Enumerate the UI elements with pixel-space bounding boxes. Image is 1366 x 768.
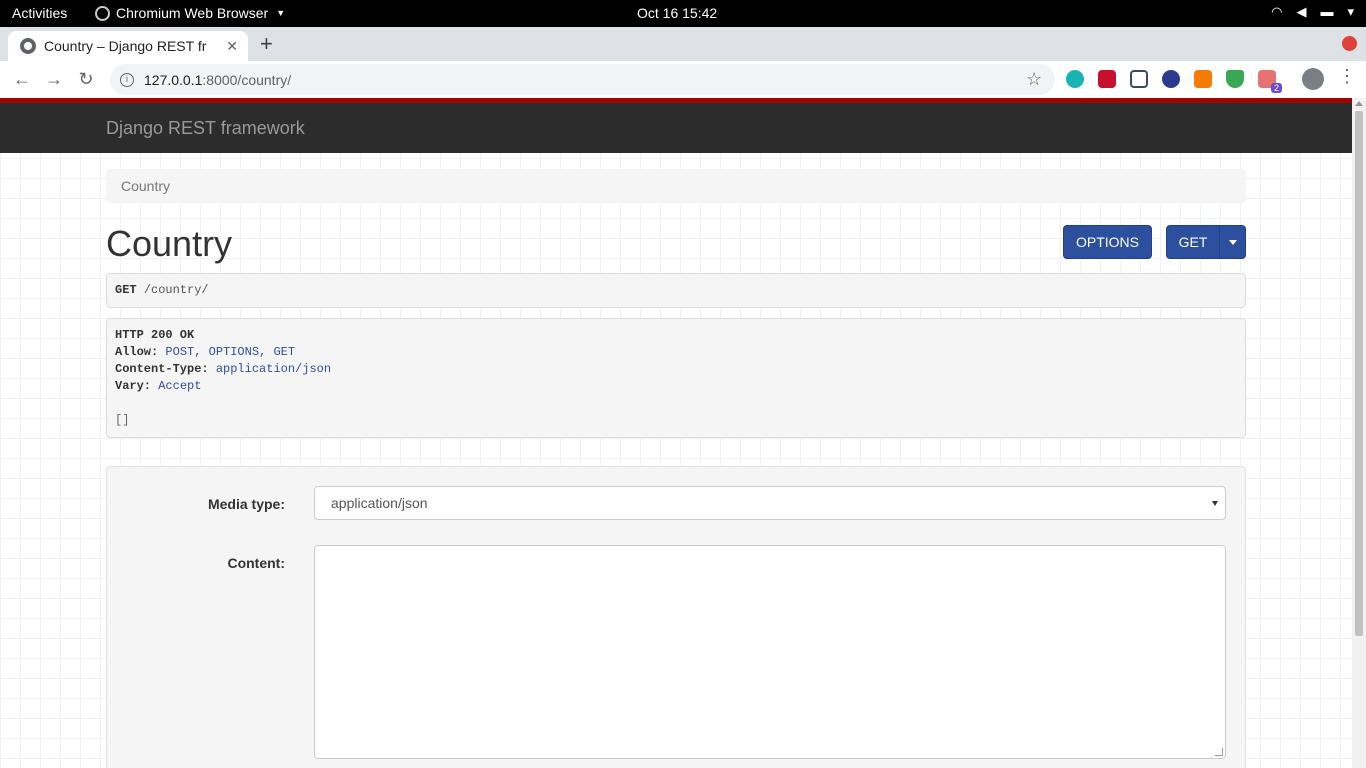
response-status: HTTP 200 OK: [115, 328, 195, 342]
app-name: Chromium Web Browser: [116, 5, 269, 21]
content-textarea[interactable]: [314, 545, 1226, 759]
extension-orange-icon[interactable]: [1194, 70, 1212, 88]
forward-icon[interactable]: →: [38, 69, 70, 90]
content-label: Content:: [227, 555, 285, 571]
chromium-icon: [95, 5, 110, 21]
wifi-icon: ◠: [1271, 4, 1283, 19]
extension-pdf-icon[interactable]: [1098, 70, 1116, 88]
system-tray[interactable]: ◠ ◀ ▬ ▾: [1271, 4, 1354, 20]
get-format-dropdown[interactable]: [1219, 225, 1246, 259]
bookmark-star-icon[interactable]: ☆: [1026, 69, 1042, 90]
clock[interactable]: Oct 16 15:42: [637, 5, 717, 21]
tab-title: Country – Django REST fr: [44, 38, 207, 54]
globe-icon: [20, 38, 36, 54]
media-type-value: application/json: [331, 495, 428, 511]
extension-shield-icon[interactable]: [1226, 70, 1244, 88]
response-info: HTTP 200 OK Allow: POST, OPTIONS, GET Co…: [106, 318, 1246, 438]
request-method: GET: [115, 283, 137, 297]
drf-navbar: Django REST framework: [0, 103, 1352, 153]
page-scrollbar[interactable]: [1352, 98, 1366, 768]
response-header-value: Accept: [158, 379, 202, 393]
response-header-value: POST, OPTIONS, GET: [165, 345, 296, 359]
page-viewport: Django REST framework Country Country OP…: [0, 98, 1352, 768]
breadcrumb: Country: [106, 169, 1246, 203]
browser-toolbar: ← → ↻ i 127.0.0.1 :8000/country/ ☆ 2 ⋮: [0, 61, 1366, 98]
resize-handle-icon[interactable]: [1215, 748, 1223, 756]
chevron-down-icon: [1212, 501, 1218, 506]
activities-button[interactable]: Activities: [12, 5, 67, 21]
options-button[interactable]: OPTIONS: [1063, 225, 1152, 259]
system-top-bar: Activities Chromium Web Browser ▼ Oct 16…: [0, 0, 1366, 27]
profile-avatar[interactable]: [1302, 68, 1324, 90]
kebab-menu-icon[interactable]: ⋮: [1338, 66, 1356, 87]
request-path: /country/: [143, 283, 209, 297]
chevron-down-icon: [1228, 239, 1237, 245]
page-title: Country: [106, 223, 233, 264]
browser-tab[interactable]: Country – Django REST fr ✕: [8, 31, 248, 61]
response-header-name: Allow:: [115, 345, 159, 359]
request-info: GET /country/: [106, 273, 1246, 308]
tab-strip: Country – Django REST fr ✕ +: [0, 27, 1366, 61]
url-path: :8000/country/: [202, 71, 292, 88]
power-menu-icon: ▾: [1347, 4, 1354, 19]
new-tab-button[interactable]: +: [260, 31, 273, 57]
response-header-name: Content-Type:: [115, 362, 209, 376]
media-type-label: Media type:: [207, 496, 285, 512]
scroll-up-icon[interactable]: [1355, 101, 1363, 106]
extension-fedora-icon[interactable]: [1162, 70, 1180, 88]
close-tab-icon[interactable]: ✕: [226, 38, 238, 55]
close-window-button[interactable]: [1342, 36, 1357, 51]
response-header-name: Vary:: [115, 379, 152, 393]
url-host: 127.0.0.1: [144, 71, 203, 88]
breadcrumb-item-country[interactable]: Country: [121, 178, 170, 194]
app-menu[interactable]: Chromium Web Browser ▼: [95, 5, 285, 21]
extension-puzzle-icon[interactable]: 2: [1258, 70, 1282, 93]
response-header-value: application/json: [215, 362, 332, 376]
reload-icon[interactable]: ↻: [70, 69, 102, 90]
back-icon[interactable]: ←: [6, 69, 38, 90]
extension-chat-icon[interactable]: [1066, 70, 1084, 88]
address-bar[interactable]: i 127.0.0.1 :8000/country/: [110, 64, 1055, 95]
post-form: Media type: application/json Content:: [106, 466, 1246, 768]
extensions-area: 2: [1066, 70, 1282, 93]
volume-icon: ◀: [1296, 4, 1307, 19]
response-body: []: [115, 413, 130, 427]
scrollbar-thumb[interactable]: [1355, 111, 1363, 636]
chevron-down-icon: ▼: [276, 8, 286, 18]
info-icon[interactable]: i: [120, 72, 134, 87]
extension-upload-icon[interactable]: [1130, 70, 1148, 88]
battery-icon: ▬: [1320, 4, 1334, 19]
get-button[interactable]: GET: [1166, 225, 1220, 259]
brand-link[interactable]: Django REST framework: [106, 118, 305, 139]
extension-badge: 2: [1270, 83, 1282, 93]
media-type-select[interactable]: application/json: [314, 486, 1226, 520]
